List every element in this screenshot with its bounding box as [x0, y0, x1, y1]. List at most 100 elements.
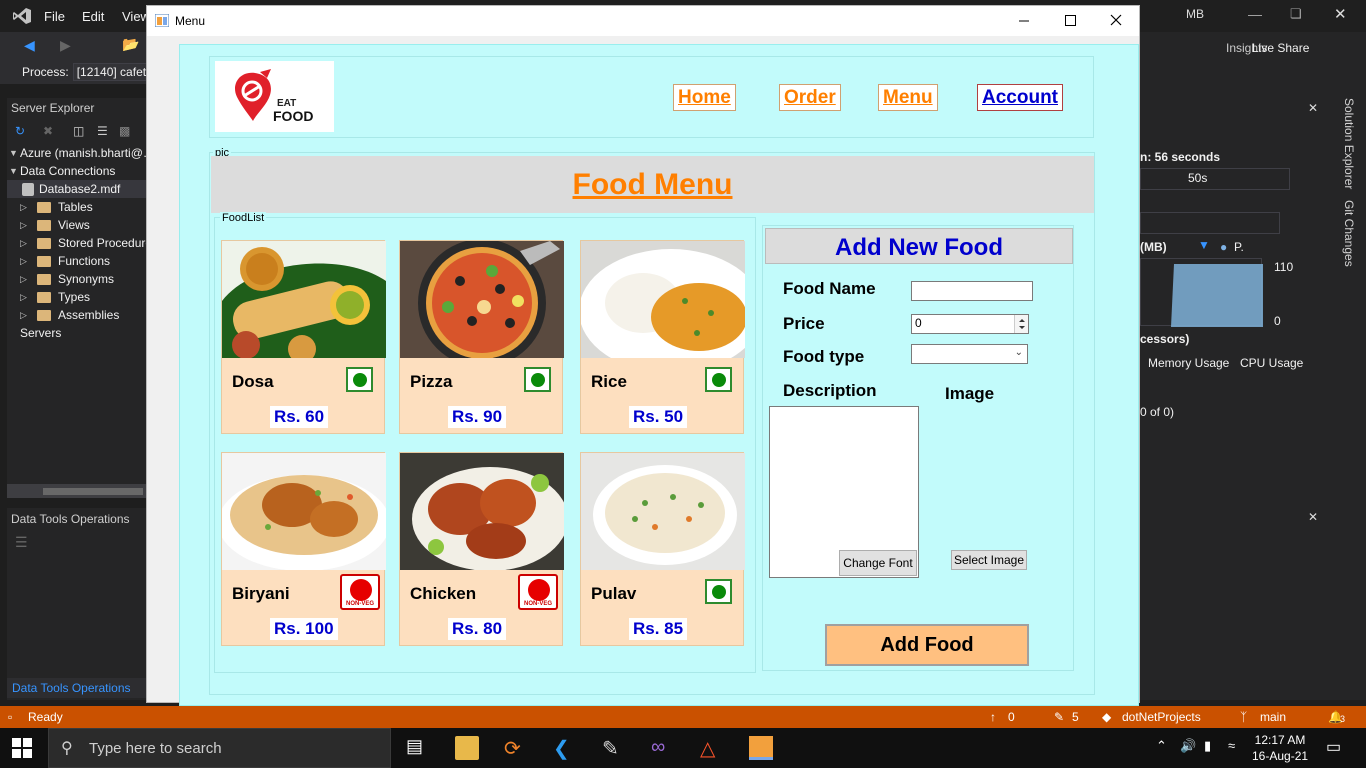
status-branch[interactable]: main [1260, 710, 1286, 724]
food-type-select[interactable]: ⌄ [911, 344, 1028, 364]
add-food-button[interactable]: Add Food [825, 624, 1029, 666]
status-up-count[interactable]: 0 [1008, 710, 1015, 724]
expand-icon[interactable]: ▷ [20, 252, 27, 270]
back-icon[interactable]: ◀ [24, 37, 35, 54]
refresh-icon[interactable]: ↻ [15, 124, 25, 138]
expand-icon[interactable]: ▷ [20, 216, 27, 234]
file-explorer-icon[interactable] [455, 736, 479, 760]
process-select[interactable]: [12140] cafeteria [72, 63, 146, 81]
window-close-button[interactable] [1093, 6, 1139, 36]
diagnostics-filter[interactable] [1140, 212, 1280, 234]
food-name-input[interactable] [911, 281, 1033, 301]
tree-item-types[interactable]: ▷ Types [7, 288, 146, 306]
food-card-rice[interactable]: Rice Rs. 50 [580, 240, 745, 434]
price-spinner[interactable] [1014, 315, 1028, 333]
window-titlebar[interactable]: Menu [147, 6, 1139, 36]
tree-item-synonyms[interactable]: ▷ Synonyms [7, 270, 146, 288]
wifi-icon[interactable]: ≈ [1228, 738, 1235, 753]
list-icon[interactable]: ☰ [15, 534, 28, 551]
app-icon[interactable]: ⟳ [504, 736, 528, 760]
forward-icon[interactable]: ▶ [60, 37, 71, 54]
expand-icon[interactable]: ▷ [20, 234, 27, 252]
task-view-icon[interactable]: ▤ [406, 736, 430, 760]
tab-data-tools-operations[interactable]: Data Tools Operations [7, 678, 146, 698]
tab-memory-usage[interactable]: Memory Usage [1148, 356, 1229, 370]
stop-icon[interactable]: ✖ [43, 124, 53, 138]
nav-account-link[interactable]: Account [977, 84, 1063, 111]
action-center-icon[interactable]: ▭ [1326, 737, 1341, 757]
nav-order-link[interactable]: Order [779, 84, 841, 111]
windows-start-icon[interactable] [12, 738, 32, 758]
tree-item-stored-procedures[interactable]: ▷ Stored Procedures [7, 234, 146, 252]
food-card-pizza[interactable]: Pizza Rs. 90 [399, 240, 564, 434]
tree-item-tables[interactable]: ▷ Tables [7, 198, 146, 216]
tray-chevron-icon[interactable]: ⌃ [1156, 738, 1167, 754]
nav-menu-link[interactable]: Menu [878, 84, 938, 111]
scroll-thumb[interactable] [43, 488, 143, 495]
database-icon [22, 183, 34, 196]
collapse-icon[interactable]: ▼ [9, 144, 18, 162]
expand-icon[interactable]: ▷ [20, 198, 27, 216]
status-edits-count[interactable]: 5 [1072, 710, 1079, 724]
branch-icon[interactable]: ᛉ [1240, 710, 1247, 724]
volume-icon[interactable]: 🔊 [1180, 738, 1196, 754]
user-avatar[interactable]: MB [1186, 7, 1212, 25]
live-share-button[interactable]: Live Share [1252, 41, 1309, 55]
expand-icon[interactable]: ▷ [20, 288, 27, 306]
tree-item-functions[interactable]: ▷ Functions [7, 252, 146, 270]
push-icon[interactable]: ↑ [990, 710, 996, 724]
expand-icon[interactable]: ▷ [20, 306, 27, 324]
close-icon[interactable]: ✕ [1334, 5, 1347, 23]
select-image-button[interactable]: Select Image [951, 550, 1027, 570]
tree-item-database[interactable]: Database2.mdf [7, 180, 146, 198]
collapse-icon[interactable]: ▼ [9, 162, 18, 180]
tree-item-views[interactable]: ▷ Views [7, 216, 146, 234]
tree-item-label: Database2.mdf [39, 182, 121, 196]
tree-item-azure[interactable]: ▼ Azure (manish.bharti@… [7, 144, 146, 162]
tree-item-servers[interactable]: Servers [7, 324, 146, 342]
price-numeric-input[interactable]: 0 [911, 314, 1029, 334]
memory-graph-area [1171, 264, 1263, 327]
window-minimize-button[interactable] [1001, 6, 1047, 36]
tree-item-data-connections[interactable]: ▼ Data Connections [7, 162, 146, 180]
food-card-biryani[interactable]: Biryani NON-VEG Rs. 100 [221, 452, 386, 646]
memory-graph [1140, 258, 1263, 327]
window-maximize-button[interactable] [1047, 6, 1093, 36]
expand-icon[interactable]: ▷ [20, 270, 27, 288]
panel-close-icon[interactable]: ✕ [1308, 101, 1318, 115]
menu-edit[interactable]: Edit [82, 9, 104, 24]
menu-file[interactable]: File [44, 9, 65, 24]
nav-home-link[interactable]: Home [673, 84, 736, 111]
server-explorer-hscrollbar[interactable] [7, 484, 146, 498]
pencil-icon[interactable]: ✎ [1054, 710, 1064, 724]
panel-close-icon[interactable]: ✕ [1308, 510, 1318, 524]
tab-git-changes[interactable]: Git Changes [1342, 200, 1356, 267]
food-card-dosa[interactable]: Dosa Rs. 60 [221, 240, 386, 434]
winforms-app-icon[interactable] [749, 736, 773, 760]
windows-taskbar: ⚲ Type here to search ▤ ⟳ ❮ ✎ ∞ △ ⌃ 🔊 ▮ … [0, 728, 1366, 768]
tab-cpu-usage[interactable]: CPU Usage [1240, 356, 1303, 370]
connect-db-icon[interactable]: ◫ [73, 124, 84, 138]
restore-icon[interactable]: ❏ [1290, 6, 1302, 22]
open-folder-icon[interactable]: 📂 [122, 36, 139, 53]
food-card-pulav[interactable]: Pulav Rs. 85 [580, 452, 745, 646]
brave-icon[interactable]: △ [700, 736, 724, 760]
vscode-icon[interactable]: ❮ [553, 736, 577, 760]
minimize-icon[interactable]: — [1248, 6, 1262, 22]
paint-icon[interactable]: ✎ [602, 736, 626, 760]
taskbar-search[interactable]: ⚲ Type here to search [48, 728, 391, 768]
food-card-chicken[interactable]: Chicken NON-VEG Rs. 80 [399, 452, 564, 646]
taskbar-clock[interactable]: 12:17 AM 16-Aug-21 [1252, 732, 1308, 764]
visual-studio-icon[interactable]: ∞ [651, 736, 675, 760]
tree-item-label: Data Connections [20, 164, 116, 178]
change-font-button[interactable]: Change Font [839, 550, 917, 576]
tree-item-assemblies[interactable]: ▷ Assemblies [7, 306, 146, 324]
status-repo[interactable]: dotNetProjects [1122, 710, 1201, 724]
tab-solution-explorer[interactable]: Solution Explorer [1342, 98, 1356, 189]
repo-icon[interactable]: ◆ [1102, 710, 1111, 724]
sharepoint-icon[interactable]: ▩ [119, 124, 130, 138]
connect-server-icon[interactable]: ☰ [97, 124, 108, 138]
folder-icon [37, 274, 51, 285]
battery-icon[interactable]: ▮ [1204, 738, 1211, 754]
marker-icon: ▼ [1198, 238, 1210, 252]
